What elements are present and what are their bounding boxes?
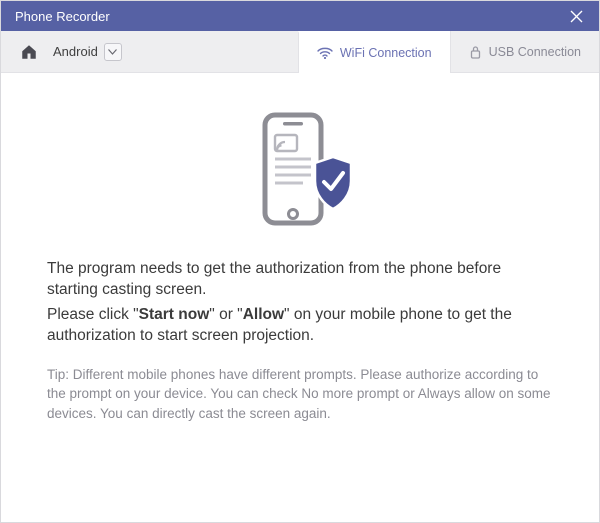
home-icon <box>20 43 38 61</box>
wifi-icon <box>317 47 333 59</box>
toolbar-spacer <box>140 31 298 72</box>
platform-dropdown[interactable]: Android <box>47 31 140 72</box>
instruction-line-2-pre: Please click " <box>47 306 139 323</box>
tab-wifi-label: WiFi Connection <box>340 46 432 60</box>
chevron-down-icon <box>104 43 122 61</box>
authorization-instructions: The program needs to get the authorizati… <box>47 259 553 347</box>
close-button[interactable] <box>563 3 589 29</box>
close-icon <box>570 10 583 23</box>
instruction-line-2: Please click "Start now" or "Allow" on y… <box>47 305 553 347</box>
phone-shield-icon <box>245 111 355 231</box>
instruction-start-now: Start now <box>139 306 210 323</box>
authorization-illustration <box>47 111 553 231</box>
platform-dropdown-label: Android <box>53 44 98 59</box>
app-window: Phone Recorder Android <box>0 0 600 523</box>
instruction-line-1: The program needs to get the authorizati… <box>47 259 553 301</box>
titlebar-left: Phone Recorder <box>15 9 110 24</box>
content-area: The program needs to get the authorizati… <box>1 73 599 522</box>
toolbar: Android WiFi Connection USB Connection <box>1 31 599 73</box>
tab-wifi-connection[interactable]: WiFi Connection <box>298 31 450 72</box>
instruction-line-2-mid: " or " <box>209 306 242 323</box>
instruction-allow: Allow <box>243 306 284 323</box>
usb-lock-icon <box>469 45 482 59</box>
tab-usb-connection[interactable]: USB Connection <box>450 31 599 72</box>
titlebar: Phone Recorder <box>1 1 599 31</box>
tip-text: Tip: Different mobile phones have differ… <box>47 365 553 424</box>
home-button[interactable] <box>11 31 47 72</box>
tab-usb-label: USB Connection <box>489 45 581 59</box>
app-title: Phone Recorder <box>15 9 110 24</box>
